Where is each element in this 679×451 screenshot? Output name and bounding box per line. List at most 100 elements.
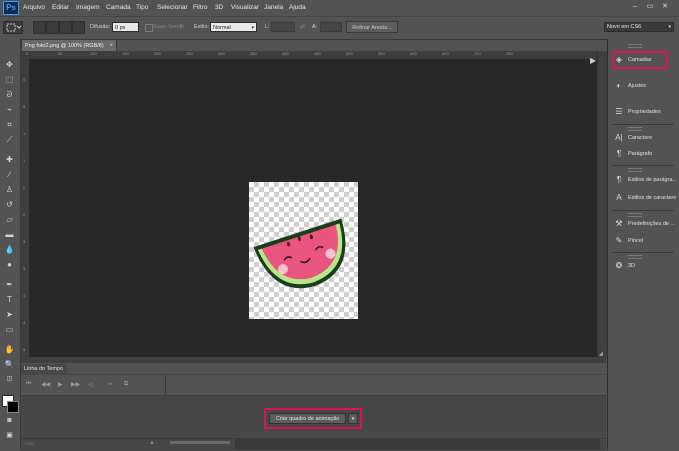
panel-grip[interactable] [628,168,642,172]
gradient-tool-icon[interactable]: ▬ [3,228,16,241]
timeline-controls: ⏮ ◀◀ ▶ ▶▶ ◁ ✂ ⧉ [21,375,606,396]
add-to-selection-icon[interactable] [46,21,59,34]
collapse-panels-icon[interactable]: ▶ [590,56,596,65]
menu-janela[interactable]: Janela [264,4,283,11]
ruler-tick: 100 [90,51,97,56]
quick-mask-icon[interactable]: ◙ [3,414,16,427]
timeline-tab[interactable]: Linha do Tempo [21,364,67,374]
width-input[interactable] [271,22,295,32]
vertical-scrollbar[interactable]: ◢ [597,51,607,357]
marquee-tool-icon[interactable]: ⬚ [3,73,16,86]
document-tab-label: Png foto2.png @ 100% (RGB/8) [25,43,104,49]
camadas-highlight [612,51,668,69]
character-styles-icon: A [616,193,622,202]
tool-preset-picker[interactable] [3,21,23,34]
zoom-tool-icon[interactable]: 🔍 [3,358,16,371]
panel-label: 3D [628,263,636,269]
style-select[interactable]: Normal ▾ [210,22,257,32]
audio-icon[interactable]: ◁ [88,381,93,388]
antialias-checkbox[interactable] [145,24,153,32]
background-color-swatch[interactable] [7,401,19,413]
dodge-tool-icon[interactable]: ● [3,258,16,271]
panel-3d[interactable]: ❂ 3D [612,259,674,273]
feather-input[interactable]: 0 px [112,22,139,32]
blur-tool-icon[interactable]: 💧 [3,243,16,256]
quick-select-tool-icon[interactable]: ⌁ [3,103,16,116]
move-tool-icon[interactable]: ✥ [3,58,16,71]
menu-selecionar[interactable]: Selecionar [157,4,188,11]
next-frame-icon[interactable]: ▶▶ [71,381,80,388]
panel-caractere[interactable]: A| Caractere [612,131,674,145]
history-brush-icon[interactable]: ↺ [3,198,16,211]
lasso-tool-icon[interactable]: ᘐ [3,88,16,101]
menu-tipo[interactable]: Tipo [136,4,148,11]
close-button[interactable]: ✕ [661,3,669,11]
panel-estilos-paragrafo[interactable]: ¶ Estilos de parágra... [612,173,677,187]
pen-tool-icon[interactable]: ✒ [3,278,16,291]
ruler-tick: 650 [442,51,449,56]
panel-label: Pincel [628,238,643,244]
first-frame-icon[interactable]: ⏮ [26,381,31,388]
hand-tool-icon[interactable]: ✋ [3,343,16,356]
chevron-down-icon: ▾ [668,24,671,30]
document-tab[interactable]: Png foto2.png @ 100% (RGB/8) × [21,39,117,51]
shape-tool-icon[interactable]: ▭ [3,323,16,336]
subtract-selection-icon[interactable] [59,21,72,34]
panel-grip[interactable] [628,44,642,48]
path-select-tool-icon[interactable]: ➤ [3,308,16,321]
intersect-selection-icon[interactable] [72,21,85,34]
panel-paragrafo[interactable]: ¶ Parágrafo [612,147,674,161]
healing-brush-icon[interactable]: ✚ [3,153,16,166]
eyedropper-tool-icon[interactable]: ⟋ [3,133,16,146]
panel-pincel[interactable]: ✎ Pincel [612,234,674,248]
height-input[interactable] [320,22,342,32]
minimize-button[interactable]: – [631,3,639,11]
ruler-tick: 4 [23,293,26,298]
refine-edge-button[interactable]: Refinar Aresta... [346,21,398,33]
crop-tool-icon[interactable]: ⌗ [3,118,16,131]
zoom-out-icon[interactable]: ▲ [149,440,155,446]
document-image[interactable] [249,182,358,319]
workspace-select[interactable]: Novo em CS6 ▾ [604,22,674,32]
menu-visualizar[interactable]: Visualizar [231,4,259,11]
screen-mode-icon[interactable]: ▣ [3,429,16,442]
tool-presets-icon: ⚒ [615,219,623,228]
menu-ajuda[interactable]: Ajuda [289,4,306,11]
ruler-tick: 3 [23,266,26,271]
brush-tool-icon[interactable]: ∕ [3,168,16,181]
menu-filtro[interactable]: Filtro [193,4,207,11]
panel-propriedades[interactable]: ☰ Propriedades [612,105,674,119]
previous-frame-icon[interactable]: ◀◀ [41,381,50,388]
ruler-tick: 200 [154,51,161,56]
ruler-tick: 4 [23,320,26,325]
panel-label: Predefinições de ... [628,221,676,227]
menu-camada[interactable]: Camada [106,4,131,11]
clone-stamp-icon[interactable]: ♙ [3,183,16,196]
panel-estilos-caractere[interactable]: A Estilos de caractere [612,191,676,205]
menu-arquivo[interactable]: Arquivo [23,4,45,11]
adjustments-icon: ◐ [616,81,622,90]
default-colors-icon[interactable]: ◫ [3,373,16,386]
timeline-zoom-slider[interactable] [170,441,230,444]
paragraph-styles-icon: ¶ [616,175,622,184]
play-icon[interactable]: ▶ [58,381,63,388]
panel-ajustes[interactable]: ◐ Ajustes [612,79,674,93]
properties-icon: ☰ [615,107,623,116]
split-icon[interactable]: ✂ [108,381,113,388]
type-tool-icon[interactable]: T [3,293,16,306]
new-selection-icon[interactable] [33,21,46,34]
panel-separator [612,124,674,125]
eraser-tool-icon[interactable]: ▱ [3,213,16,226]
menu-3d[interactable]: 3D [215,4,223,11]
menu-editar[interactable]: Editar [52,4,69,11]
restore-button[interactable]: ▭ [646,3,654,11]
timeline-track [235,439,600,450]
timeline-settings-icon[interactable]: ▭▭ [25,441,34,447]
swap-icon[interactable]: ⇄ [300,23,305,30]
panel-predefinicoes[interactable]: ⚒ Predefinições de ... [612,217,676,231]
transition-icon[interactable]: ⧉ [124,381,128,388]
menu-imagem[interactable]: Imagem [76,4,99,11]
horizontal-scrollbar[interactable] [21,357,606,363]
paragraph-icon: ¶ [616,149,622,158]
timeline-tabbar [21,364,606,374]
